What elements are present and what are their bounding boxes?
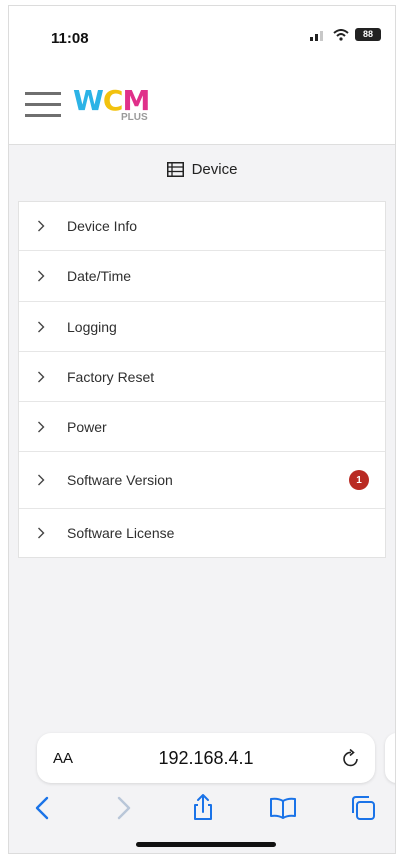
list-item-label: Software Version xyxy=(67,472,173,488)
page-title-text: Device xyxy=(191,160,238,178)
wifi-icon xyxy=(333,28,349,41)
list-item-factory-reset[interactable]: Factory Reset xyxy=(19,352,385,402)
list-item-power[interactable]: Power xyxy=(19,402,385,452)
list-item-label: Software License xyxy=(67,525,175,541)
chevron-right-icon xyxy=(19,421,67,433)
bookmarks-icon[interactable] xyxy=(267,792,299,824)
home-indicator[interactable] xyxy=(136,842,276,847)
signal-icon xyxy=(310,30,323,41)
logo-letter: W xyxy=(73,84,104,117)
list-item-date-time[interactable]: Date/Time xyxy=(19,251,385,302)
list-item-label: Power xyxy=(67,418,107,435)
url-text[interactable]: 192.168.4.1 xyxy=(37,748,375,769)
chevron-right-icon xyxy=(19,270,67,282)
list-item-label: Factory Reset xyxy=(67,368,155,385)
chevron-right-icon xyxy=(19,321,67,333)
list-item-software-version[interactable]: Software Version 1 xyxy=(19,452,385,509)
list-item-logging[interactable]: Logging xyxy=(19,302,385,352)
chevron-right-icon xyxy=(19,371,67,383)
list-item-device-info[interactable]: Device Info xyxy=(19,202,385,251)
share-icon[interactable] xyxy=(187,792,219,824)
chevron-right-icon xyxy=(19,527,67,539)
status-bar: 11:08 88 xyxy=(9,6,395,68)
status-icons: 88 xyxy=(309,28,381,41)
chevron-right-icon xyxy=(19,474,67,486)
list-item-software-license[interactable]: Software License xyxy=(19,509,385,557)
logo-letter: C xyxy=(102,84,124,117)
next-tab-preview[interactable] xyxy=(385,733,395,783)
reload-icon[interactable] xyxy=(341,747,361,774)
settings-list: Device Info Date/Time Logging Factory Re… xyxy=(18,201,386,558)
browser-address-bar[interactable]: AA 192.168.4.1 xyxy=(37,733,375,783)
logo-sub: PLUS xyxy=(121,112,148,123)
forward-icon[interactable] xyxy=(107,792,139,824)
list-item-label: Logging xyxy=(67,318,117,335)
tabs-icon[interactable] xyxy=(347,792,379,824)
wcm-plus-logo: WCM PLUS xyxy=(73,84,163,130)
list-item-label: Device Info xyxy=(67,218,138,234)
status-time: 11:08 xyxy=(51,30,89,47)
notification-badge: 1 xyxy=(349,470,369,490)
page-title: Device xyxy=(9,154,395,184)
list-item-label: Date/Time xyxy=(67,268,132,284)
chevron-right-icon xyxy=(19,220,67,232)
battery-icon: 88 xyxy=(355,28,381,41)
list-icon xyxy=(166,161,184,177)
app-header: WCM PLUS xyxy=(9,68,395,145)
back-icon[interactable] xyxy=(27,792,59,824)
browser-toolbar xyxy=(9,788,395,828)
phone-screen: 11:08 88 WCM PLUS Device Device Info Dat… xyxy=(8,5,396,854)
hamburger-menu-icon[interactable] xyxy=(25,90,61,120)
